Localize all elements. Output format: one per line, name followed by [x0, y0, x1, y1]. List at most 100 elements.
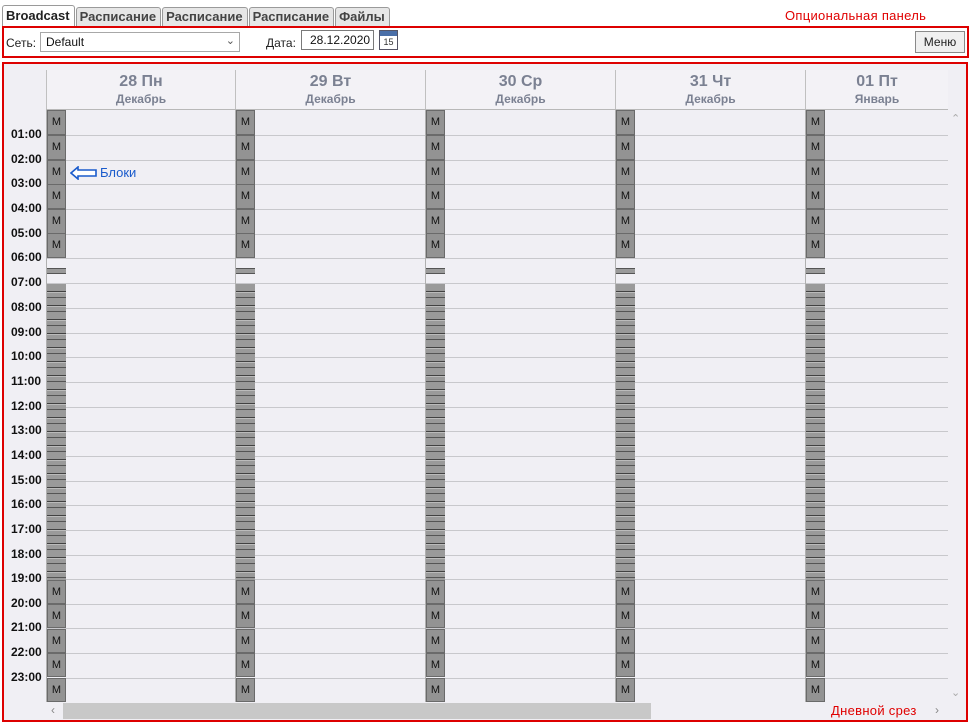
time-label: 18:00: [11, 547, 42, 561]
broadcast-block[interactable]: M: [616, 629, 635, 653]
broadcast-block[interactable]: M: [616, 135, 635, 160]
day-header[interactable]: 01 Пт Январь: [805, 70, 948, 110]
day-header[interactable]: 31 Чт Декабрь: [615, 70, 805, 110]
time-label: 23:00: [11, 670, 42, 684]
broadcast-block[interactable]: M: [47, 184, 66, 209]
broadcast-block[interactable]: M: [616, 604, 635, 628]
broadcast-block[interactable]: M: [806, 184, 825, 209]
broadcast-block[interactable]: M: [806, 233, 825, 258]
day-header[interactable]: 28 Пн Декабрь: [46, 70, 235, 110]
broadcast-block[interactable]: M: [616, 184, 635, 209]
broadcast-block[interactable]: M: [426, 184, 445, 209]
broadcast-block[interactable]: M: [806, 110, 825, 135]
time-label: 10:00: [11, 349, 42, 363]
tab-schedule-2[interactable]: Расписание: [162, 7, 248, 26]
broadcast-block[interactable]: M: [426, 653, 445, 677]
broadcast-block[interactable]: M: [616, 110, 635, 135]
scroll-down-icon[interactable]: ⌄: [951, 686, 960, 699]
broadcast-block[interactable]: M: [806, 160, 825, 185]
broadcast-block[interactable]: M: [426, 629, 445, 653]
broadcast-block[interactable]: M: [806, 135, 825, 160]
broadcast-block[interactable]: M: [616, 160, 635, 185]
broadcast-block[interactable]: M: [236, 184, 255, 209]
tab-files[interactable]: Файлы: [335, 7, 390, 26]
tab-schedule-3[interactable]: Расписание: [248, 7, 335, 26]
calendar-icon[interactable]: 15: [379, 30, 398, 50]
broadcast-block[interactable]: M: [236, 604, 255, 628]
compressed-blocks[interactable]: [47, 284, 66, 580]
scroll-left-icon[interactable]: ‹: [51, 703, 55, 717]
menu-button[interactable]: Меню: [915, 31, 965, 53]
broadcast-block[interactable]: M: [236, 233, 255, 258]
broadcast-block[interactable]: M: [616, 653, 635, 677]
broadcast-block[interactable]: M: [426, 160, 445, 185]
broadcast-block[interactable]: M: [47, 580, 66, 604]
broadcast-block[interactable]: M: [426, 604, 445, 628]
broadcast-block[interactable]: M: [236, 678, 255, 702]
network-select-value: Default: [46, 35, 85, 49]
broadcast-block[interactable]: M: [236, 580, 255, 604]
time-label: 02:00: [11, 152, 42, 166]
blocks-annotation-label: Блоки: [100, 165, 137, 180]
broadcast-block[interactable]: M: [426, 233, 445, 258]
time-label: 22:00: [11, 645, 42, 659]
broadcast-block[interactable]: M: [47, 110, 66, 135]
broadcast-block[interactable]: M: [47, 604, 66, 628]
day-header-month: Январь: [854, 92, 900, 106]
broadcast-block[interactable]: M: [47, 233, 66, 258]
broadcast-block[interactable]: M: [806, 678, 825, 702]
broadcast-block[interactable]: M: [806, 580, 825, 604]
broadcast-block[interactable]: M: [236, 110, 255, 135]
broadcast-block[interactable]: M: [806, 653, 825, 677]
scroll-right-icon[interactable]: ›: [935, 703, 939, 717]
broadcast-block[interactable]: M: [47, 678, 66, 702]
broadcast-block[interactable]: M: [616, 678, 635, 702]
network-select[interactable]: Default ⌄: [40, 32, 240, 52]
broadcast-block[interactable]: M: [426, 209, 445, 234]
date-label: Дата:: [266, 36, 296, 50]
horizontal-scrollbar[interactable]: ‹ ›: [47, 702, 948, 720]
broadcast-block[interactable]: M: [806, 604, 825, 628]
day-header-month: Декабрь: [115, 92, 167, 106]
broadcast-block[interactable]: M: [236, 653, 255, 677]
broadcast-block[interactable]: M: [47, 629, 66, 653]
compressed-blocks[interactable]: [616, 284, 635, 580]
broadcast-block[interactable]: M: [426, 110, 445, 135]
tab-schedule-1[interactable]: Расписание: [75, 7, 162, 26]
broadcast-block[interactable]: M: [426, 580, 445, 604]
broadcast-block[interactable]: M: [236, 135, 255, 160]
broadcast-block[interactable]: M: [236, 209, 255, 234]
broadcast-block[interactable]: M: [47, 653, 66, 677]
broadcast-block[interactable]: M: [236, 629, 255, 653]
broadcast-block[interactable]: M: [47, 135, 66, 160]
date-input[interactable]: 28.12.2020: [301, 30, 374, 50]
broadcast-block[interactable]: M: [426, 135, 445, 160]
compressed-blocks[interactable]: [236, 284, 255, 580]
day-header-date: 28 Пн: [119, 73, 163, 90]
broadcast-block[interactable]: M: [236, 160, 255, 185]
broadcast-block[interactable]: M: [616, 233, 635, 258]
broadcast-block[interactable]: M: [616, 580, 635, 604]
compressed-blocks[interactable]: [806, 284, 825, 580]
tab-broadcast[interactable]: Broadcast: [2, 5, 75, 26]
broadcast-block[interactable]: M: [616, 209, 635, 234]
day-header-date: 31 Чт: [689, 73, 732, 90]
time-label: 15:00: [11, 473, 42, 487]
broadcast-block[interactable]: M: [806, 209, 825, 234]
scrollbar-thumb[interactable]: [63, 703, 651, 719]
broadcast-block[interactable]: M: [47, 160, 66, 185]
day-header[interactable]: 29 Вт Декабрь: [235, 70, 425, 110]
day-slice-annotation: Дневной срез: [831, 703, 917, 718]
optional-panel-annotation: Опциональная панель: [785, 8, 927, 23]
compressed-blocks[interactable]: [426, 284, 445, 580]
broadcast-block[interactable]: M: [426, 678, 445, 702]
day-column: [235, 110, 425, 702]
block-strip: MMMMMMMMMMM: [236, 110, 255, 702]
broadcast-block[interactable]: M: [806, 629, 825, 653]
time-label: 17:00: [11, 522, 42, 536]
broadcast-block[interactable]: M: [47, 209, 66, 234]
scroll-up-icon[interactable]: ⌃: [951, 112, 960, 125]
time-label: 04:00: [11, 201, 42, 215]
tab-bar: Broadcast Расписание Расписание Расписан…: [2, 5, 391, 26]
day-header[interactable]: 30 Ср Декабрь: [425, 70, 615, 110]
